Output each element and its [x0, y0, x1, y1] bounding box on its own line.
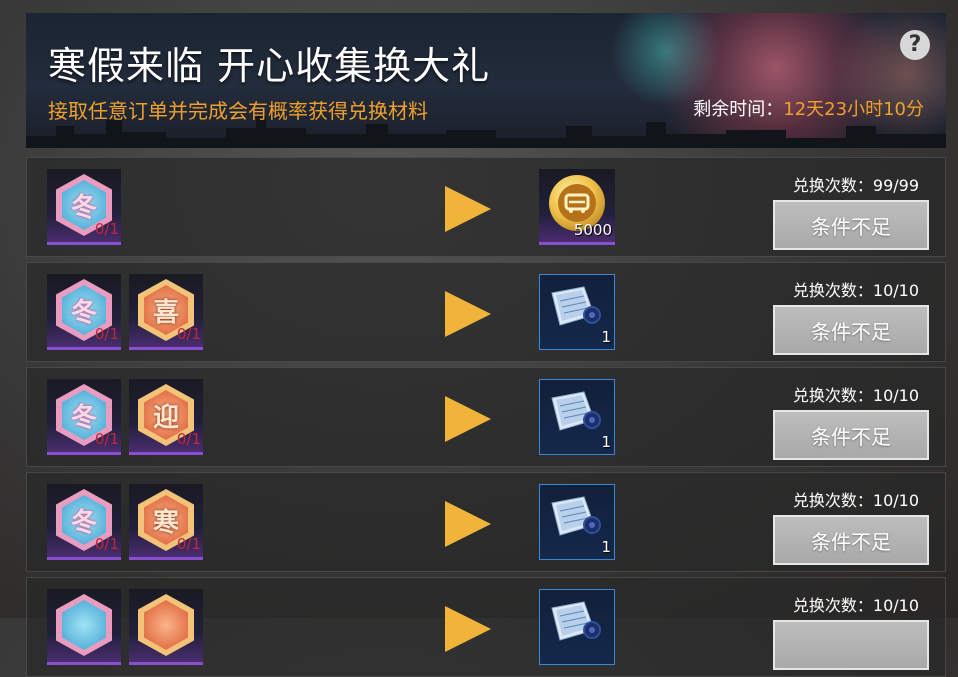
exchange-count: 兑换次数：99/99 — [793, 172, 919, 196]
exchange-count: 兑换次数：10/10 — [793, 277, 919, 301]
reward-slot[interactable] — [539, 589, 615, 665]
blueprint-icon — [550, 495, 602, 539]
material-slot[interactable]: 冬 0/1 — [47, 484, 121, 560]
reward-slot[interactable]: 1 — [539, 274, 615, 350]
exchange-arrow-icon — [445, 291, 491, 337]
material-count: 0/1 — [94, 325, 119, 343]
material-slot[interactable]: 迎 0/1 — [129, 379, 203, 455]
event-description: 接取任意订单并完成会有概率获得兑换材料 — [48, 99, 428, 123]
exchange-button[interactable] — [773, 620, 929, 670]
material-count: 0/1 — [176, 535, 201, 553]
exchange-button[interactable]: 条件不足 — [773, 410, 929, 460]
material-slot[interactable] — [129, 589, 203, 665]
exchange-button[interactable]: 条件不足 — [773, 305, 929, 355]
exchange-count-label: 兑换次数： — [792, 281, 873, 300]
exchange-row: 冬 0/1 迎 0/1 1 兑换次数：10/10 条件不足 — [26, 367, 946, 467]
exchange-count-value: 10/10 — [872, 281, 919, 300]
reward-quantity: 1 — [601, 538, 611, 556]
exchange-count: 兑换次数：10/10 — [793, 382, 919, 406]
exchange-count-value: 99/99 — [872, 176, 919, 195]
exchange-count-label: 兑换次数： — [792, 596, 873, 615]
reward-quantity: 5000 — [573, 221, 612, 239]
exchange-row: 兑换次数：10/10 — [26, 577, 946, 677]
remaining-time-value: 12天23小时10分 — [783, 99, 924, 120]
reward-quantity: 1 — [601, 328, 611, 346]
reward-slot[interactable]: 5000 — [539, 169, 615, 245]
material-count: 0/1 — [176, 325, 201, 343]
material-count: 0/1 — [94, 535, 119, 553]
exchange-row: 冬 0/1 寒 0/1 1 兑换次数：10/10 条件不足 — [26, 472, 946, 572]
exchange-count-label: 兑换次数： — [792, 176, 873, 195]
exchange-count: 兑换次数：10/10 — [793, 487, 919, 511]
reward-quantity: 1 — [601, 433, 611, 451]
material-slot[interactable] — [47, 589, 121, 665]
event-title: 寒假来临 开心收集换大礼 — [48, 44, 491, 88]
blueprint-icon — [550, 600, 602, 644]
material-count: 0/1 — [176, 430, 201, 448]
exchange-count-value: 10/10 — [872, 491, 919, 510]
remaining-time-label: 剩余时间： — [693, 99, 784, 120]
exchange-arrow-icon — [445, 606, 491, 652]
exchange-count-label: 兑换次数： — [792, 491, 873, 510]
exchange-row: 冬 0/1 喜 0/1 1 兑换次数：10/10 条件不足 — [26, 262, 946, 362]
material-slot[interactable]: 冬 0/1 — [47, 274, 121, 350]
blueprint-icon — [550, 390, 602, 434]
exchange-count-label: 兑换次数： — [792, 386, 873, 405]
material-count: 0/1 — [94, 430, 119, 448]
exchange-arrow-icon — [445, 186, 491, 232]
material-slot[interactable]: 冬 0/1 — [47, 379, 121, 455]
reward-slot[interactable]: 1 — [539, 379, 615, 455]
exchange-row: 冬 0/1 5000 兑换次数：99/99 条件不足 — [26, 157, 946, 257]
material-char — [144, 600, 188, 650]
help-icon[interactable]: ? — [900, 30, 930, 60]
winter-token-icon — [56, 594, 112, 656]
exchange-button[interactable]: 条件不足 — [773, 515, 929, 565]
reward-slot[interactable]: 1 — [539, 484, 615, 560]
material-slot[interactable]: 喜 0/1 — [129, 274, 203, 350]
exchange-button[interactable]: 条件不足 — [773, 200, 929, 250]
material-slot[interactable]: 冬 0/1 — [47, 169, 121, 245]
remaining-time: 剩余时间：12天23小时10分 — [693, 95, 924, 121]
exchange-count: 兑换次数：10/10 — [793, 592, 919, 616]
material-char — [62, 600, 106, 650]
joy-token-icon — [138, 594, 194, 656]
exchange-arrow-icon — [445, 396, 491, 442]
exchange-arrow-icon — [445, 501, 491, 547]
blueprint-icon — [550, 285, 602, 329]
material-slot[interactable]: 寒 0/1 — [129, 484, 203, 560]
exchange-count-value: 10/10 — [872, 386, 919, 405]
material-count: 0/1 — [94, 220, 119, 238]
exchange-count-value: 10/10 — [872, 596, 919, 615]
event-banner: 寒假来临 开心收集换大礼 接取任意订单并完成会有概率获得兑换材料 剩余时间：12… — [26, 13, 946, 148]
